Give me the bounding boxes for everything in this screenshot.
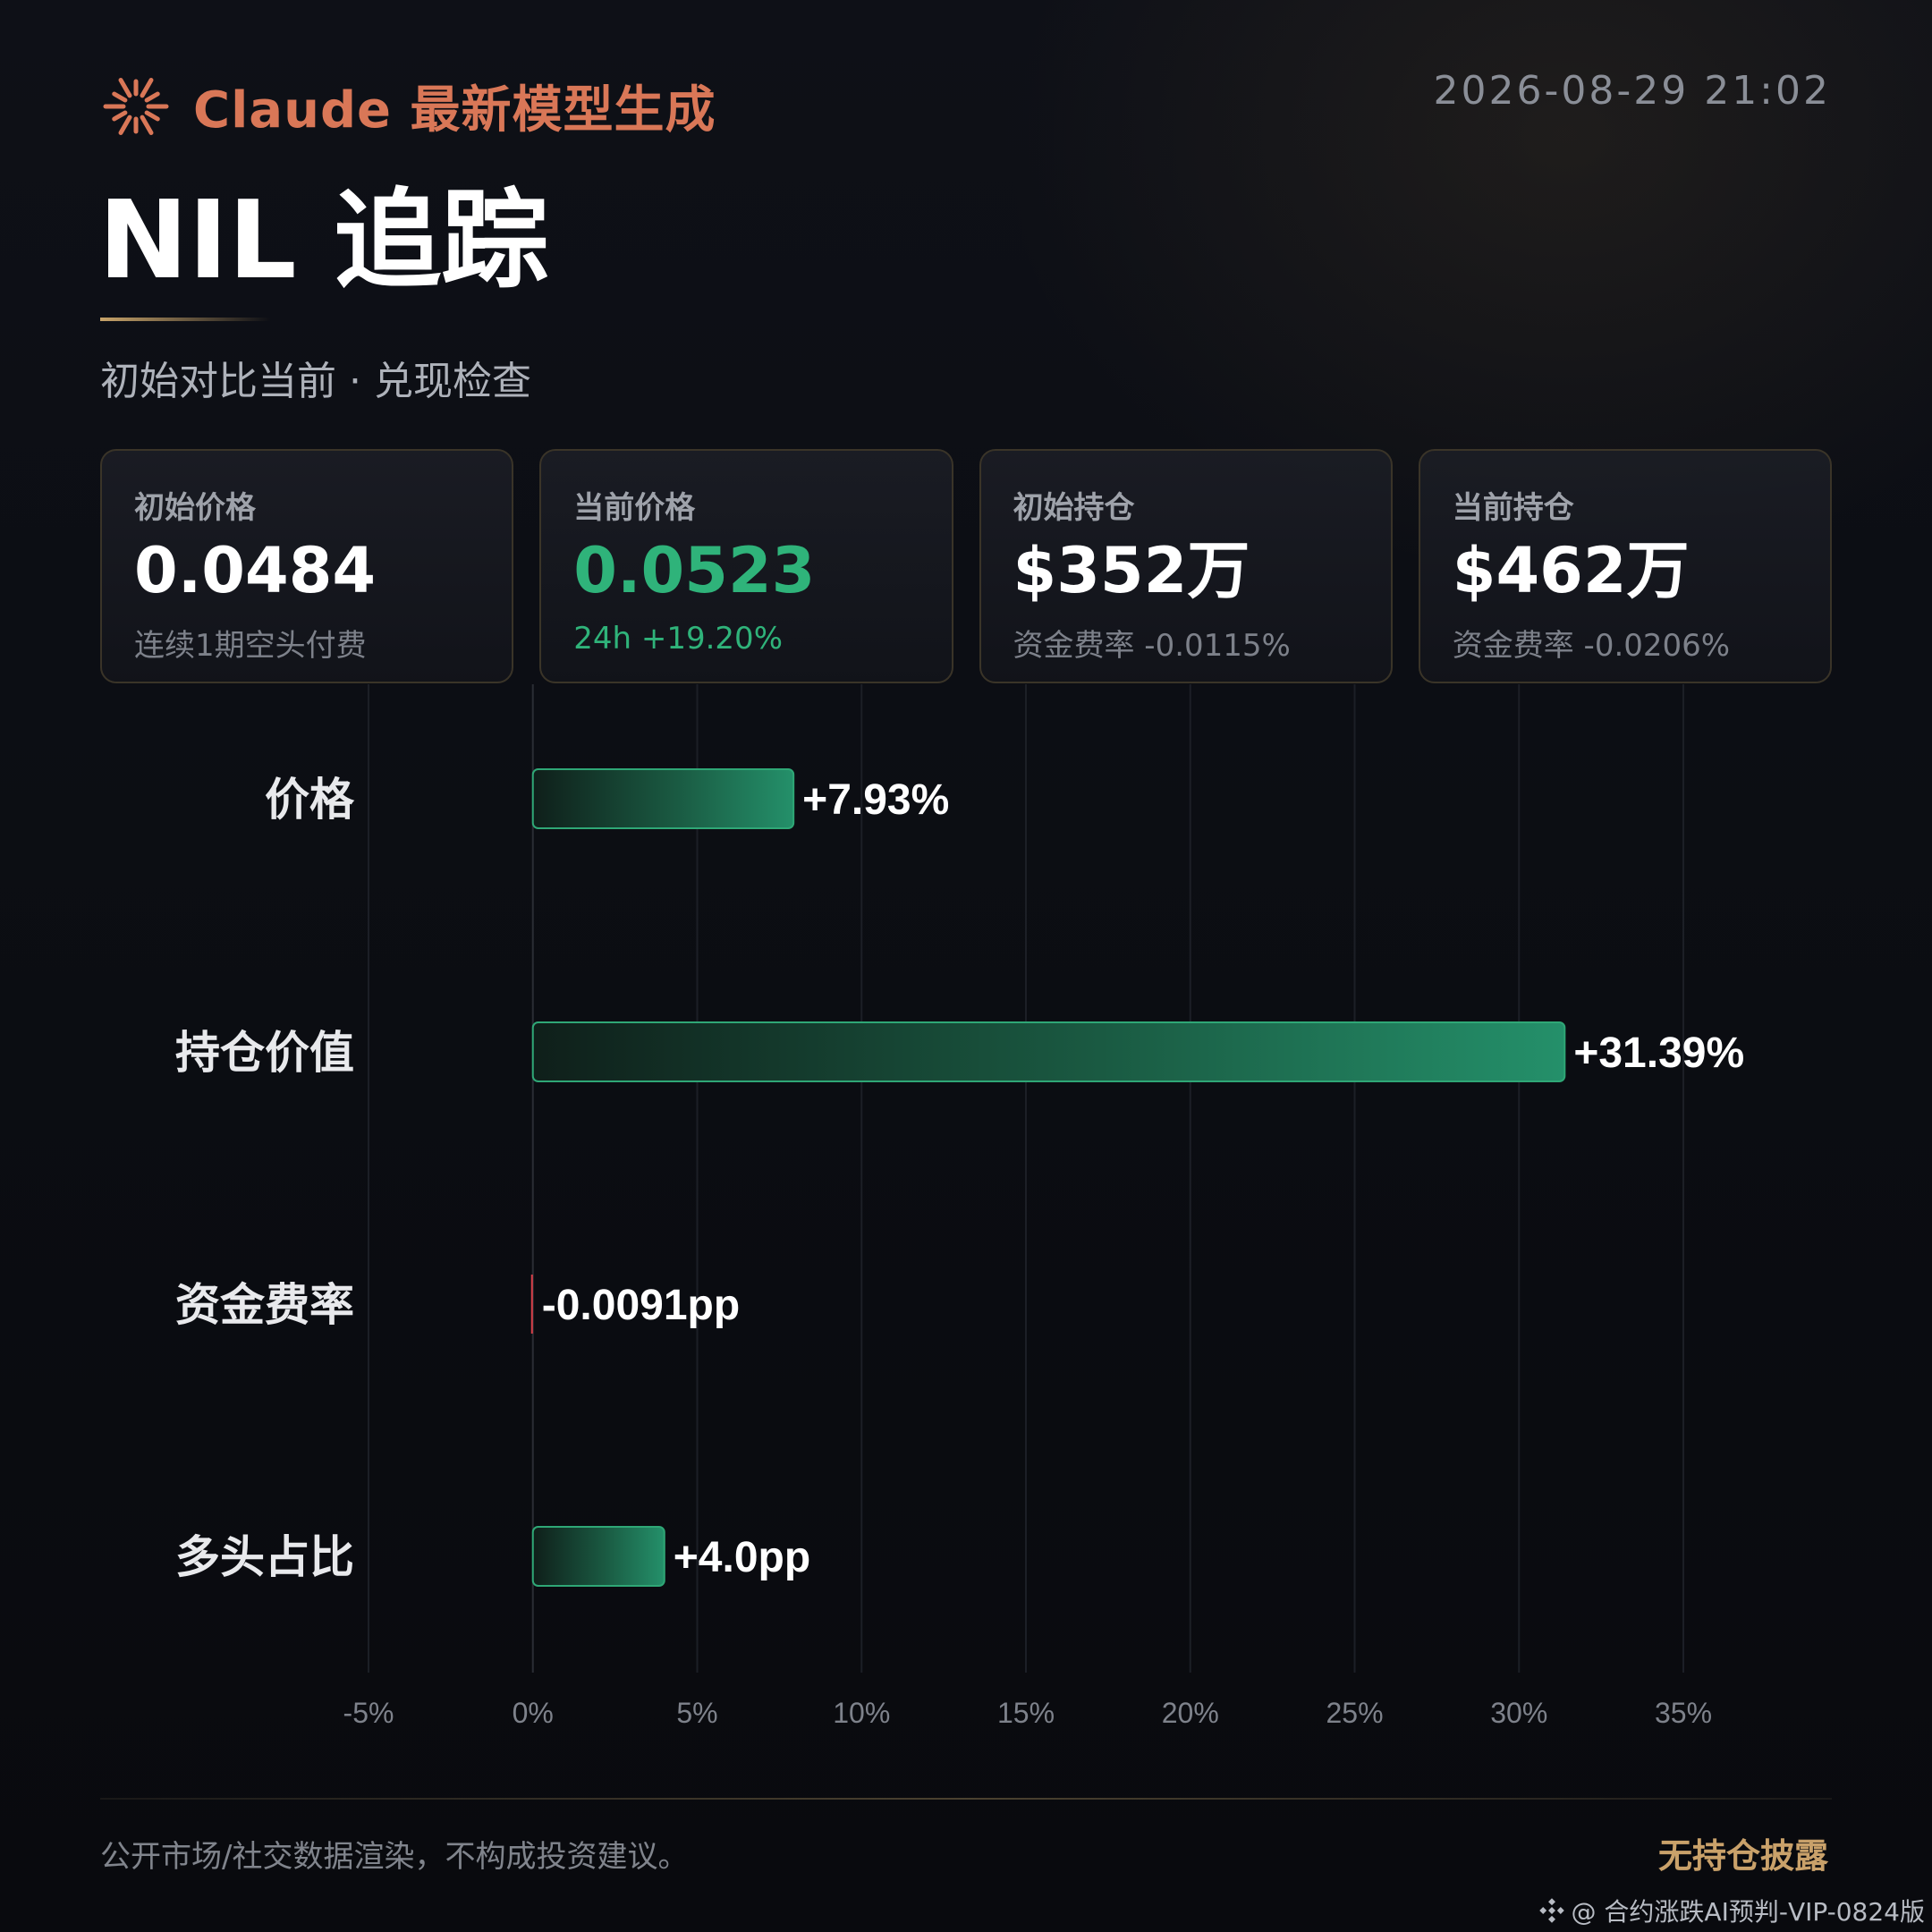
category-label: 持仓价值 bbox=[175, 1027, 354, 1079]
category-label: 多头占比 bbox=[175, 1531, 354, 1583]
change-bar-chart: -5% 0% 5% 10% 15% 20% 25% 30% 35% 价格 +7.93% 持仓价值 +31… bbox=[175, 684, 1744, 1729]
x-tick-label: 20% bbox=[1162, 1697, 1219, 1729]
x-tick-label: 0% bbox=[513, 1697, 554, 1729]
category-label: 价格 bbox=[265, 774, 355, 826]
watermark-text: @ 合约涨跌AI预判-VIP-0824版 bbox=[1571, 1897, 1925, 1927]
x-tick-label: 15% bbox=[997, 1697, 1055, 1729]
value-label: +31.39% bbox=[1573, 1030, 1744, 1077]
value-label: +4.0pp bbox=[674, 1534, 810, 1581]
x-tick-label: 5% bbox=[676, 1697, 717, 1729]
value-label: -0.0091pp bbox=[542, 1282, 740, 1329]
footer-divider bbox=[100, 1798, 1832, 1800]
no-position-badge: 无持仓披露 bbox=[1657, 1836, 1828, 1876]
bar bbox=[531, 1526, 665, 1587]
x-tick-label: -5% bbox=[343, 1697, 394, 1729]
x-tick-label: 35% bbox=[1655, 1697, 1712, 1729]
watermark: @ 合约涨跌AI预判-VIP-0824版 bbox=[1538, 1893, 1925, 1928]
x-tick-label: 10% bbox=[833, 1697, 890, 1729]
x-tick-label: 30% bbox=[1490, 1697, 1547, 1729]
bar bbox=[531, 768, 795, 829]
x-tick-label: 25% bbox=[1326, 1697, 1383, 1729]
category-label: 资金费率 bbox=[175, 1279, 354, 1331]
value-label: +7.93% bbox=[802, 776, 949, 824]
disclaimer: 公开市场/社交数据渲染，不构成投资建议。 bbox=[100, 1839, 689, 1875]
binance-logo-icon bbox=[1538, 1898, 1564, 1923]
bar bbox=[530, 1275, 533, 1334]
bar bbox=[531, 1021, 1566, 1082]
